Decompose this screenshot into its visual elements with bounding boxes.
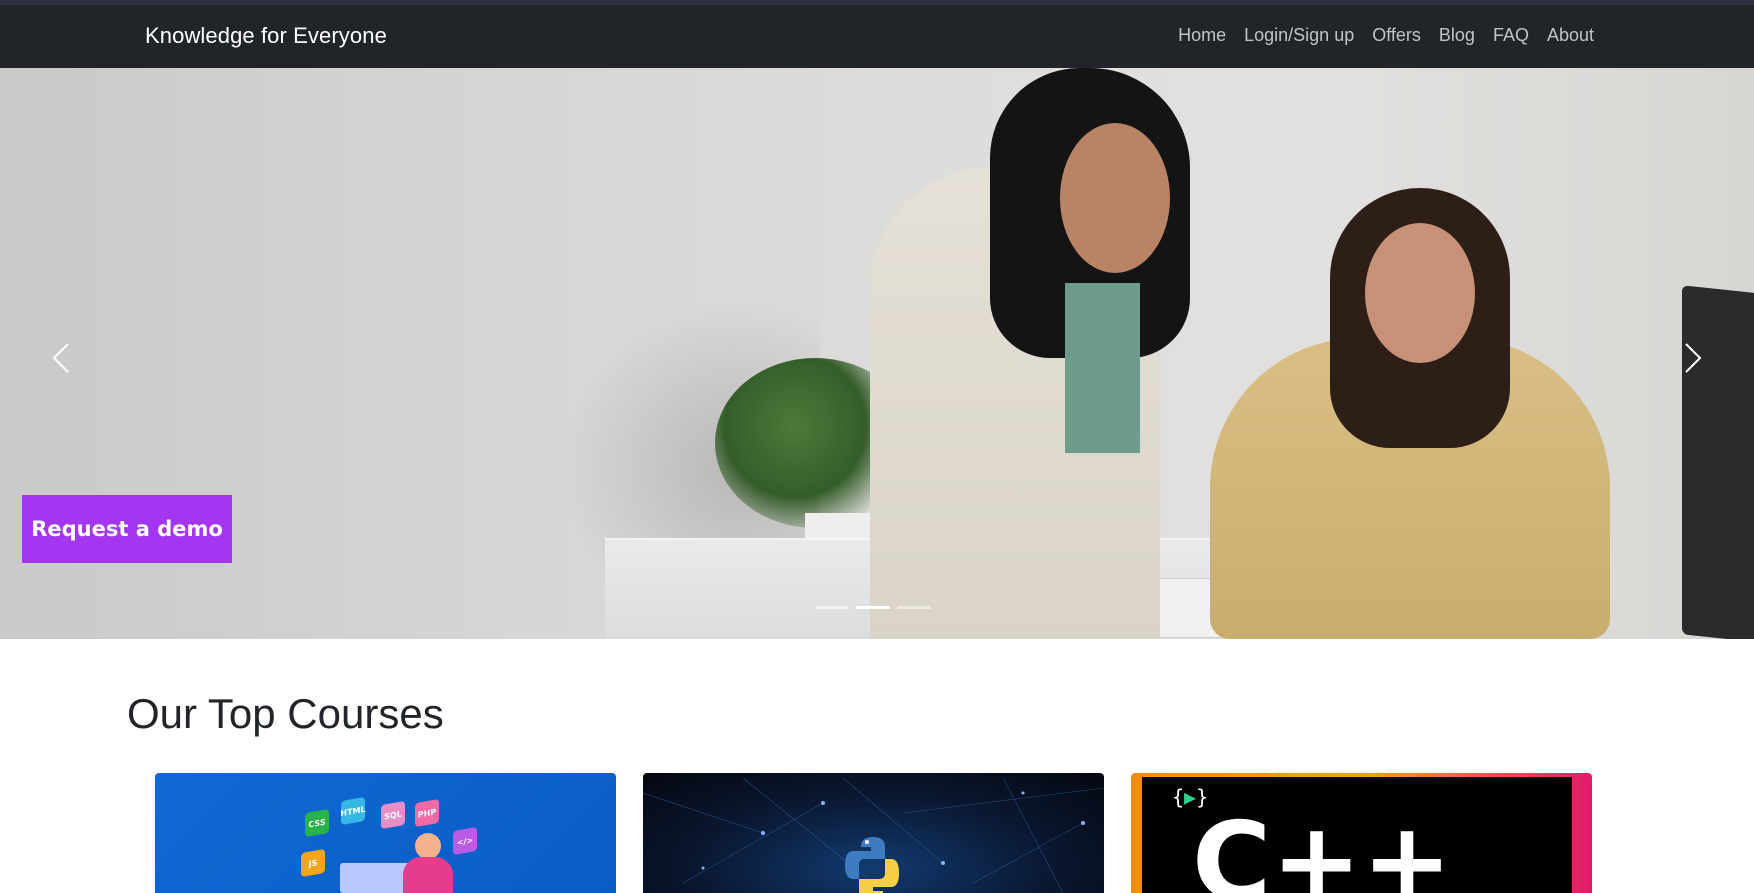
nav-link-about[interactable]: About — [1547, 25, 1594, 46]
carousel-indicator-2[interactable] — [856, 606, 890, 609]
nav-link-faq[interactable]: FAQ — [1493, 25, 1529, 46]
request-demo-button[interactable]: Request a demo — [22, 495, 232, 563]
nav-link-home[interactable]: Home — [1178, 25, 1226, 46]
code-chip: </> — [453, 826, 477, 856]
html-chip: HTML — [340, 796, 366, 826]
chevron-left-icon — [52, 343, 69, 373]
web-development-illustration: CSS HTML SQL PHP </> JS — [265, 773, 525, 893]
carousel-indicators — [815, 606, 931, 609]
nav-links: Home Login/Sign up Offers Blog FAQ About — [1178, 25, 1594, 46]
nav-link-login-signup[interactable]: Login/Sign up — [1244, 25, 1354, 46]
hero-person-standing-shirt — [1065, 283, 1140, 453]
carousel-prev-button[interactable] — [42, 338, 82, 378]
python-logo-icon — [845, 837, 899, 893]
brand-link[interactable]: Knowledge for Everyone — [145, 23, 387, 49]
css-chip: CSS — [305, 808, 329, 838]
php-chip: PHP — [415, 798, 439, 828]
developer-body — [403, 857, 453, 893]
chevron-right-icon — [1685, 343, 1702, 373]
carousel-next-button[interactable] — [1672, 338, 1712, 378]
laptop-icon — [340, 863, 410, 893]
course-card-web-development[interactable]: CSS HTML SQL PHP </> JS — [155, 773, 616, 893]
course-card-cpp[interactable]: {▶} C++ — [1131, 773, 1592, 893]
sql-chip: SQL — [381, 800, 405, 830]
top-courses-heading: Our Top Courses — [127, 690, 444, 737]
nav-link-blog[interactable]: Blog — [1439, 25, 1475, 46]
cpp-title: C++ — [1192, 800, 1453, 893]
course-card-python[interactable] — [643, 773, 1104, 893]
carousel-indicator-3[interactable] — [897, 606, 931, 609]
navbar: Knowledge for Everyone Home Login/Sign u… — [0, 0, 1754, 68]
carousel-indicator-1[interactable] — [815, 606, 849, 609]
hero-carousel: Request a demo — [0, 68, 1754, 639]
js-chip: JS — [301, 848, 325, 878]
hero-person-standing-face — [1060, 123, 1170, 273]
nav-link-offers[interactable]: Offers — [1372, 25, 1421, 46]
hero-person-seated-face — [1365, 223, 1475, 363]
developer-head — [415, 833, 441, 859]
cpp-card-inner: {▶} C++ — [1142, 777, 1572, 893]
